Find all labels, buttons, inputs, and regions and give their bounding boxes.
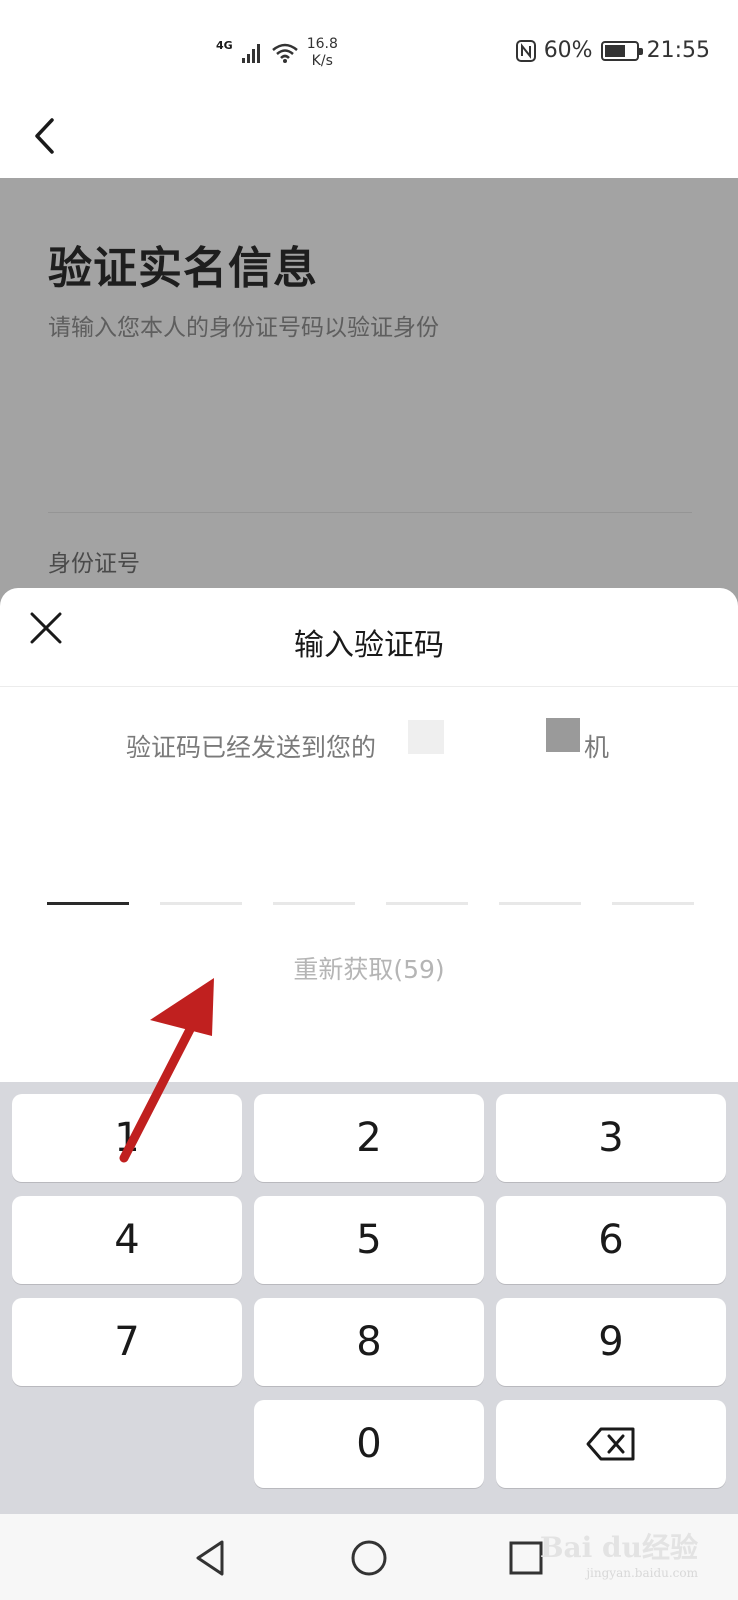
- keypad-key-5[interactable]: 5: [254, 1196, 484, 1284]
- verification-sheet: 输入验证码 验证码已经发送到您的 机 重新获取(59): [0, 588, 738, 1082]
- backspace-key[interactable]: [496, 1400, 726, 1488]
- code-slot[interactable]: [386, 902, 468, 905]
- keypad-key-4[interactable]: 4: [12, 1196, 242, 1284]
- nfc-icon: [515, 39, 536, 62]
- triangle-back-icon: [196, 1540, 224, 1576]
- sheet-title: 输入验证码: [294, 628, 444, 663]
- resend-button[interactable]: 重新获取(59): [0, 950, 738, 986]
- nav-back-button[interactable]: [186, 1534, 234, 1582]
- back-button[interactable]: [24, 108, 64, 164]
- keypad-key-3[interactable]: 3: [496, 1094, 726, 1182]
- network-type: 4G: [216, 38, 233, 52]
- code-input-row[interactable]: [47, 902, 694, 905]
- speed-value: 16.8: [306, 36, 338, 52]
- field-divider: [48, 512, 692, 513]
- keypad-key-9[interactable]: 9: [496, 1298, 726, 1386]
- id-number-label: 身份证号: [48, 551, 140, 577]
- keypad-key-2[interactable]: 2: [254, 1094, 484, 1182]
- keypad-key-8[interactable]: 8: [254, 1298, 484, 1386]
- keypad-key-6[interactable]: 6: [496, 1196, 726, 1284]
- code-sent-message: 验证码已经发送到您的: [126, 733, 377, 762]
- clock: 21:55: [646, 38, 710, 63]
- watermark-sub: jingyan.baidu.com: [586, 1566, 698, 1580]
- code-slot[interactable]: [612, 902, 694, 905]
- square-recents-icon: [509, 1541, 543, 1575]
- chevron-left-icon: [35, 118, 54, 154]
- redaction-mask: [546, 718, 580, 752]
- keypad-key-1[interactable]: 1: [12, 1094, 242, 1182]
- keypad-blank: [12, 1400, 242, 1488]
- keypad-key-0[interactable]: 0: [254, 1400, 484, 1488]
- status-right: 60% 21:55: [515, 38, 710, 63]
- code-sent-tail: 机: [584, 733, 610, 762]
- app-header: [0, 100, 738, 178]
- code-slot[interactable]: [499, 902, 581, 905]
- network-speed: 16.8 K/s: [307, 36, 338, 70]
- numeric-keypad: 123 456 7890: [0, 1082, 738, 1514]
- sheet-divider: [0, 686, 738, 687]
- page-title: 验证实名信息: [48, 243, 318, 294]
- battery-fill: [604, 44, 625, 57]
- keypad-key-7[interactable]: 7: [12, 1298, 242, 1386]
- code-slot[interactable]: [273, 902, 355, 905]
- status-left: 4G 16.8 K/s: [216, 36, 338, 70]
- status-bar: 4G 16.8 K/s 60% 21:55: [0, 0, 738, 100]
- signal-icon: [241, 44, 260, 63]
- page-subtitle: 请输入您本人的身份证号码以验证身份: [48, 315, 439, 341]
- speed-unit: K/s: [311, 53, 333, 69]
- redaction-mask: [408, 720, 444, 754]
- watermark-text: Bai du经验: [539, 1531, 698, 1564]
- circle-home-icon: [351, 1540, 387, 1576]
- battery-percent: 60%: [543, 38, 593, 63]
- battery-icon: [600, 40, 643, 61]
- backspace-icon: [586, 1427, 635, 1461]
- code-slot[interactable]: [160, 902, 242, 905]
- watermark: Bai du经验 jingyan.baidu.com: [540, 1526, 698, 1580]
- nav-home-button[interactable]: [345, 1534, 393, 1582]
- code-slot[interactable]: [47, 902, 129, 905]
- wifi-icon: [271, 43, 298, 63]
